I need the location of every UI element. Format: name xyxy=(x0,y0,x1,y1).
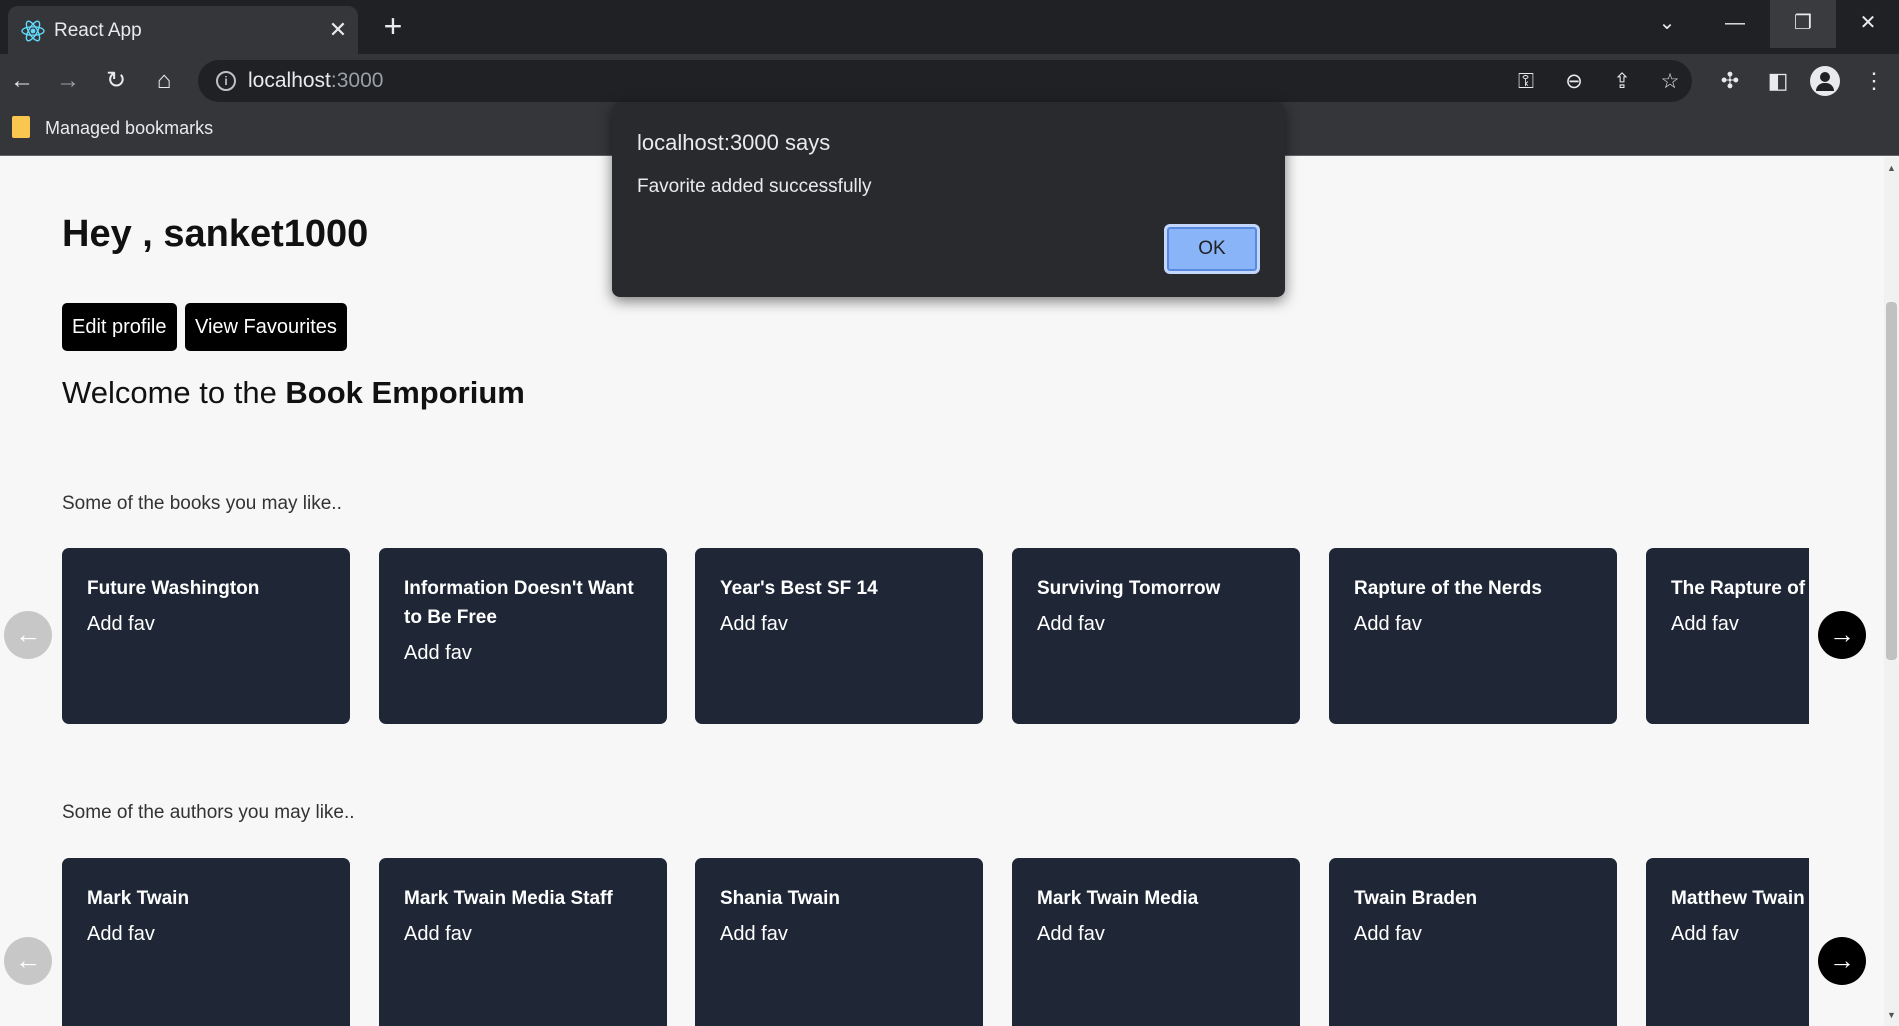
tab-close-icon[interactable]: ✕ xyxy=(324,16,352,44)
add-fav-button[interactable]: Add fav xyxy=(1671,613,1809,636)
menu-icon[interactable]: ⋮ xyxy=(1858,65,1890,97)
reload-icon[interactable]: ↻ xyxy=(100,65,132,97)
add-fav-button[interactable]: Add fav xyxy=(1354,923,1592,946)
books-prev-arrow-icon[interactable]: ← xyxy=(4,611,52,659)
author-name: Mark Twain Media xyxy=(1037,888,1199,909)
window-close-icon[interactable]: ✕ xyxy=(1838,0,1898,48)
add-fav-button[interactable]: Add fav xyxy=(404,642,642,665)
welcome-heading: Welcome to the Book Emporium xyxy=(62,375,525,411)
scrollbar-thumb[interactable] xyxy=(1886,302,1897,660)
add-fav-button[interactable]: Add fav xyxy=(404,923,642,946)
add-fav-button[interactable]: Add fav xyxy=(720,923,958,946)
extensions-icon[interactable]: ✣ xyxy=(1714,65,1746,97)
book-title: Information Doesn't Want to Be Free xyxy=(404,578,634,628)
browser-toolbar: ← → ↻ ⌂ i localhost:3000 ⚿ ⊖ ⇪ ☆ ✣ ◧ ⋮ xyxy=(0,54,1899,108)
site-info-icon[interactable]: i xyxy=(216,71,236,91)
restore-icon[interactable]: ❐ xyxy=(1770,0,1836,48)
authors-section-label: Some of the authors you may like.. xyxy=(62,802,355,823)
add-fav-button[interactable]: Add fav xyxy=(1354,613,1592,636)
add-fav-button[interactable]: Add fav xyxy=(1671,923,1809,946)
tab-strip: React App ✕ + ⌄ — ❐ ✕ xyxy=(0,0,1899,54)
author-card: Mark Twain Media Staff Add fav xyxy=(379,858,667,1026)
welcome-prefix: Welcome to the xyxy=(62,375,286,410)
book-title: Rapture of the Nerds xyxy=(1354,578,1542,599)
scroll-down-icon[interactable]: ▼ xyxy=(1887,1010,1896,1020)
key-icon[interactable]: ⚿ xyxy=(1512,68,1540,96)
book-title: Future Washington xyxy=(87,578,260,599)
url-host: localhost xyxy=(248,69,331,92)
add-fav-button[interactable]: Add fav xyxy=(720,613,958,636)
dialog-message: Favorite added successfully xyxy=(637,176,872,197)
add-fav-button[interactable]: Add fav xyxy=(1037,923,1275,946)
add-fav-button[interactable]: Add fav xyxy=(87,923,325,946)
authors-next-arrow-icon[interactable]: → xyxy=(1818,937,1866,985)
back-icon[interactable]: ← xyxy=(6,65,38,97)
author-card: Matthew Twain Add fav xyxy=(1646,858,1809,1026)
side-panel-icon[interactable]: ◧ xyxy=(1762,65,1794,97)
authors-carousel: Mark Twain Add fav Mark Twain Media Staff… xyxy=(62,858,1809,1026)
add-fav-button[interactable]: Add fav xyxy=(1037,613,1275,636)
author-card: Mark Twain Add fav xyxy=(62,858,350,1026)
authors-prev-arrow-icon[interactable]: ← xyxy=(4,937,52,985)
author-name: Shania Twain xyxy=(720,888,841,909)
greeting-heading: Hey , sanket1000 xyxy=(62,213,369,255)
zoom-icon[interactable]: ⊖ xyxy=(1560,68,1588,96)
book-title: Year's Best SF 14 xyxy=(720,578,878,599)
alert-dialog: localhost:3000 says Favorite added succe… xyxy=(612,102,1285,297)
books-next-arrow-icon[interactable]: → xyxy=(1818,611,1866,659)
brand-name: Book Emporium xyxy=(285,375,525,410)
tab-title: React App xyxy=(54,20,142,41)
view-favourites-button[interactable]: View Favourites xyxy=(185,303,347,351)
managed-bookmarks-icon xyxy=(12,116,30,138)
dialog-ok-button[interactable]: OK xyxy=(1164,224,1260,274)
book-card: Rapture of the Nerds Add fav xyxy=(1329,548,1617,724)
author-card: Mark Twain Media Add fav xyxy=(1012,858,1300,1026)
share-icon[interactable]: ⇪ xyxy=(1608,68,1636,96)
books-carousel: Future Washington Add fav Information Doe… xyxy=(62,548,1809,724)
home-icon[interactable]: ⌂ xyxy=(148,65,180,97)
books-section-label: Some of the books you may like.. xyxy=(62,493,342,514)
add-fav-button[interactable]: Add fav xyxy=(87,613,325,636)
author-card: Shania Twain Add fav xyxy=(695,858,983,1026)
book-card: Future Washington Add fav xyxy=(62,548,350,724)
address-bar[interactable]: i localhost:3000 ⚿ ⊖ ⇪ ☆ xyxy=(198,60,1692,102)
profile-avatar[interactable] xyxy=(1810,66,1840,96)
author-name: Twain Braden xyxy=(1354,888,1478,909)
book-card: Information Doesn't Want to Be Free Add f… xyxy=(379,548,667,724)
url-port: :3000 xyxy=(330,69,384,92)
book-title: Surviving Tomorrow xyxy=(1037,578,1221,599)
managed-bookmarks-folder[interactable]: Managed bookmarks xyxy=(45,118,213,139)
tab-react-app[interactable]: React App ✕ xyxy=(8,6,358,54)
author-name: Mark Twain Media Staff xyxy=(404,888,613,909)
page-scrollbar[interactable]: ▲ ▼ xyxy=(1884,157,1899,1026)
bookmark-star-icon[interactable]: ☆ xyxy=(1656,68,1684,96)
book-card: Surviving Tomorrow Add fav xyxy=(1012,548,1300,724)
book-card: Year's Best SF 14 Add fav xyxy=(695,548,983,724)
scroll-up-icon[interactable]: ▲ xyxy=(1887,163,1896,173)
edit-profile-button[interactable]: Edit profile xyxy=(62,303,177,351)
tab-search-icon[interactable]: ⌄ xyxy=(1634,0,1700,48)
forward-icon[interactable]: → xyxy=(52,65,84,97)
react-icon xyxy=(21,20,45,42)
dialog-title: localhost:3000 says xyxy=(637,130,831,155)
author-name: Matthew Twain xyxy=(1671,888,1805,909)
url-text: localhost:3000 xyxy=(248,69,383,93)
author-name: Mark Twain xyxy=(87,888,190,909)
author-card: Twain Braden Add fav xyxy=(1329,858,1617,1026)
book-title: The Rapture of the Nerds xyxy=(1671,578,1809,599)
book-card: The Rapture of the Nerds Add fav xyxy=(1646,548,1809,724)
minimize-icon[interactable]: — xyxy=(1702,0,1768,48)
new-tab-button[interactable]: + xyxy=(378,10,408,42)
